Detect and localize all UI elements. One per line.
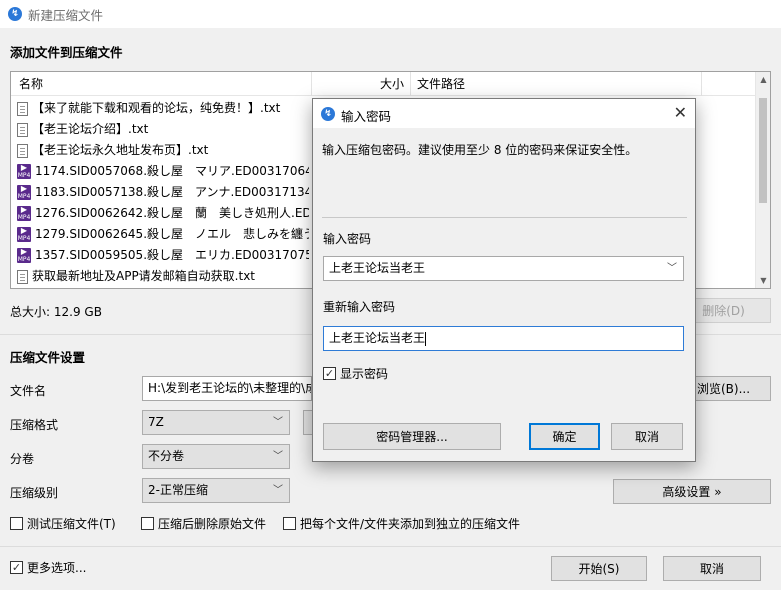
checkbox-unchecked-icon xyxy=(10,517,23,530)
dialog-description: 输入压缩包密码。建议使用至少 8 位的密码来保证安全性。 xyxy=(322,143,638,157)
scroll-down-icon[interactable]: ▼ xyxy=(756,273,770,288)
format-select[interactable]: 7Z ﹀ xyxy=(142,410,290,435)
list-item[interactable]: 【老王论坛介绍】.txt xyxy=(11,119,309,140)
file-name: 1357.SID0059505.殺し屋 エリカ.ED00317075.mp4 xyxy=(35,248,309,262)
dialog-divider xyxy=(322,217,687,218)
password-value: 上老王论坛当老王 xyxy=(329,261,426,275)
video-file-icon: ▶ MP4 xyxy=(17,226,31,242)
text-file-icon xyxy=(17,101,28,116)
scroll-up-icon[interactable]: ▲ xyxy=(756,72,770,87)
checkbox-unchecked-icon xyxy=(283,517,296,530)
settings-heading: 压缩文件设置 xyxy=(10,350,86,365)
reenter-password-value: 上老王论坛当老王 xyxy=(329,331,426,345)
level-value: 2-正常压缩 xyxy=(148,483,208,497)
video-file-icon: ▶ MP4 xyxy=(17,163,31,179)
text-file-icon xyxy=(17,122,28,137)
password-dialog: ↯ 输入密码 ✕ 输入压缩包密码。建议使用至少 8 位的密码来保证安全性。 输入… xyxy=(312,98,696,462)
ok-button[interactable]: 确定 xyxy=(529,423,600,450)
video-file-icon: ▶ MP4 xyxy=(17,205,31,221)
file-name: 1174.SID0057068.殺し屋 マリア.ED00317064.mp4 xyxy=(35,164,309,178)
checkmark-icon: ✓ xyxy=(323,367,336,380)
reenter-password-input[interactable]: 上老王论坛当老王 xyxy=(323,326,684,351)
list-item[interactable]: 【来了就能下载和观看的论坛，纯免费！】.txt xyxy=(11,98,309,119)
text-file-icon xyxy=(17,143,28,158)
list-item[interactable]: ▶MP4 1183.SID0057138.殺し屋 アンナ.ED00317134.m… xyxy=(11,182,309,203)
level-select[interactable]: 2-正常压缩 ﹀ xyxy=(142,478,290,503)
video-file-icon: ▶ MP4 xyxy=(17,184,31,200)
format-value: 7Z xyxy=(148,415,164,429)
file-name: 获取最新地址及APP请发邮箱自动获取.txt xyxy=(32,269,256,283)
text-cursor xyxy=(425,331,427,346)
add-files-heading: 添加文件到压缩文件 xyxy=(10,45,123,60)
chevron-down-icon: ﹀ xyxy=(273,451,283,462)
chevron-down-icon: ﹀ xyxy=(273,485,283,496)
separate-archives-checkbox[interactable]: 把每个文件/文件夹添加到独立的压缩文件 xyxy=(283,517,520,533)
split-label: 分卷 xyxy=(10,452,35,466)
video-file-icon: ▶ MP4 xyxy=(17,247,31,263)
column-name-header[interactable]: 名称 xyxy=(13,72,49,96)
list-item[interactable]: ▶MP4 1276.SID0062642.殺し屋 蘭 美しき処刑人.ED.mp4 xyxy=(11,203,309,224)
text-file-icon xyxy=(17,269,28,284)
format-label: 压缩格式 xyxy=(10,418,59,432)
file-name: 【来了就能下载和观看的论坛，纯免费！】.txt xyxy=(32,101,281,115)
test-archive-checkbox[interactable]: 测试压缩文件(T) xyxy=(10,517,116,533)
split-select[interactable]: 不分卷 ﹀ xyxy=(142,444,290,469)
dialog-title: 输入密码 xyxy=(341,109,392,124)
show-password-checkbox[interactable]: ✓ 显示密码 xyxy=(323,367,388,383)
advanced-settings-button[interactable]: 高级设置 » xyxy=(613,479,771,504)
list-item[interactable]: ▶MP4 1279.SID0062645.殺し屋 ノエル 悲しみを纏う.mp4 xyxy=(11,224,309,245)
list-item[interactable]: ▶MP4 1174.SID0057068.殺し屋 マリア.ED00317064.m… xyxy=(11,161,309,182)
level-label: 压缩级别 xyxy=(10,486,59,500)
list-header: 名称 大小 文件路径 xyxy=(11,72,756,96)
checkbox-unchecked-icon xyxy=(141,517,154,530)
chevron-down-icon: ﹀ xyxy=(273,417,283,428)
file-name: 1279.SID0062645.殺し屋 ノエル 悲しみを纏う.mp4 xyxy=(35,227,309,241)
filename-input[interactable]: H:\发到老王论坛的\未整理的\成 xyxy=(142,376,312,401)
scroll-thumb[interactable] xyxy=(759,98,767,203)
close-icon[interactable]: ✕ xyxy=(674,104,687,122)
chevron-down-icon[interactable]: ﹀ xyxy=(667,257,677,280)
delete-original-checkbox[interactable]: 压缩后删除原始文件 xyxy=(141,517,266,533)
title-bar: ↯ 新建压缩文件 xyxy=(0,0,781,28)
filename-label: 文件名 xyxy=(10,384,47,398)
file-name: 1276.SID0062642.殺し屋 蘭 美しき処刑人.ED.mp4 xyxy=(35,206,309,220)
dialog-title-bar: ↯ 输入密码 ✕ xyxy=(313,99,695,128)
column-path-header[interactable]: 文件路径 xyxy=(411,72,471,96)
list-item[interactable]: 获取最新地址及APP请发邮箱自动获取.txt xyxy=(11,266,309,287)
list-item[interactable]: 【老王论坛永久地址发布页】.txt xyxy=(11,140,309,161)
file-name: 1183.SID0057138.殺し屋 アンナ.ED00317134.mp4 xyxy=(35,185,309,199)
password-manager-button[interactable]: 密码管理器... xyxy=(323,423,501,450)
cancel-button[interactable]: 取消 xyxy=(663,556,761,581)
password-input[interactable]: 上老王论坛当老王 ﹀ xyxy=(323,256,684,281)
start-button[interactable]: 开始(S) xyxy=(551,556,647,581)
window-title: 新建压缩文件 xyxy=(28,8,104,23)
total-size: 总大小: 12.9 GB xyxy=(10,305,102,319)
more-options-checkbox[interactable]: ✓ 更多选项... xyxy=(10,561,86,577)
file-name: 【老王论坛介绍】.txt xyxy=(32,122,149,136)
checkmark-icon: ✓ xyxy=(10,561,23,574)
vertical-scrollbar[interactable]: ▲ ▼ xyxy=(755,72,770,288)
split-value: 不分卷 xyxy=(148,449,185,463)
dialog-cancel-button[interactable]: 取消 xyxy=(611,423,683,450)
reenter-password-label: 重新输入密码 xyxy=(323,300,396,314)
list-item[interactable]: ▶MP4 1357.SID0059505.殺し屋 エリカ.ED00317075.m… xyxy=(11,245,309,266)
password-label: 输入密码 xyxy=(323,232,372,246)
app-logo-icon: ↯ xyxy=(8,7,22,21)
file-name: 【老王论坛永久地址发布页】.txt xyxy=(32,143,209,157)
app-logo-icon: ↯ xyxy=(321,107,335,121)
column-size-header[interactable]: 大小 xyxy=(312,72,410,96)
